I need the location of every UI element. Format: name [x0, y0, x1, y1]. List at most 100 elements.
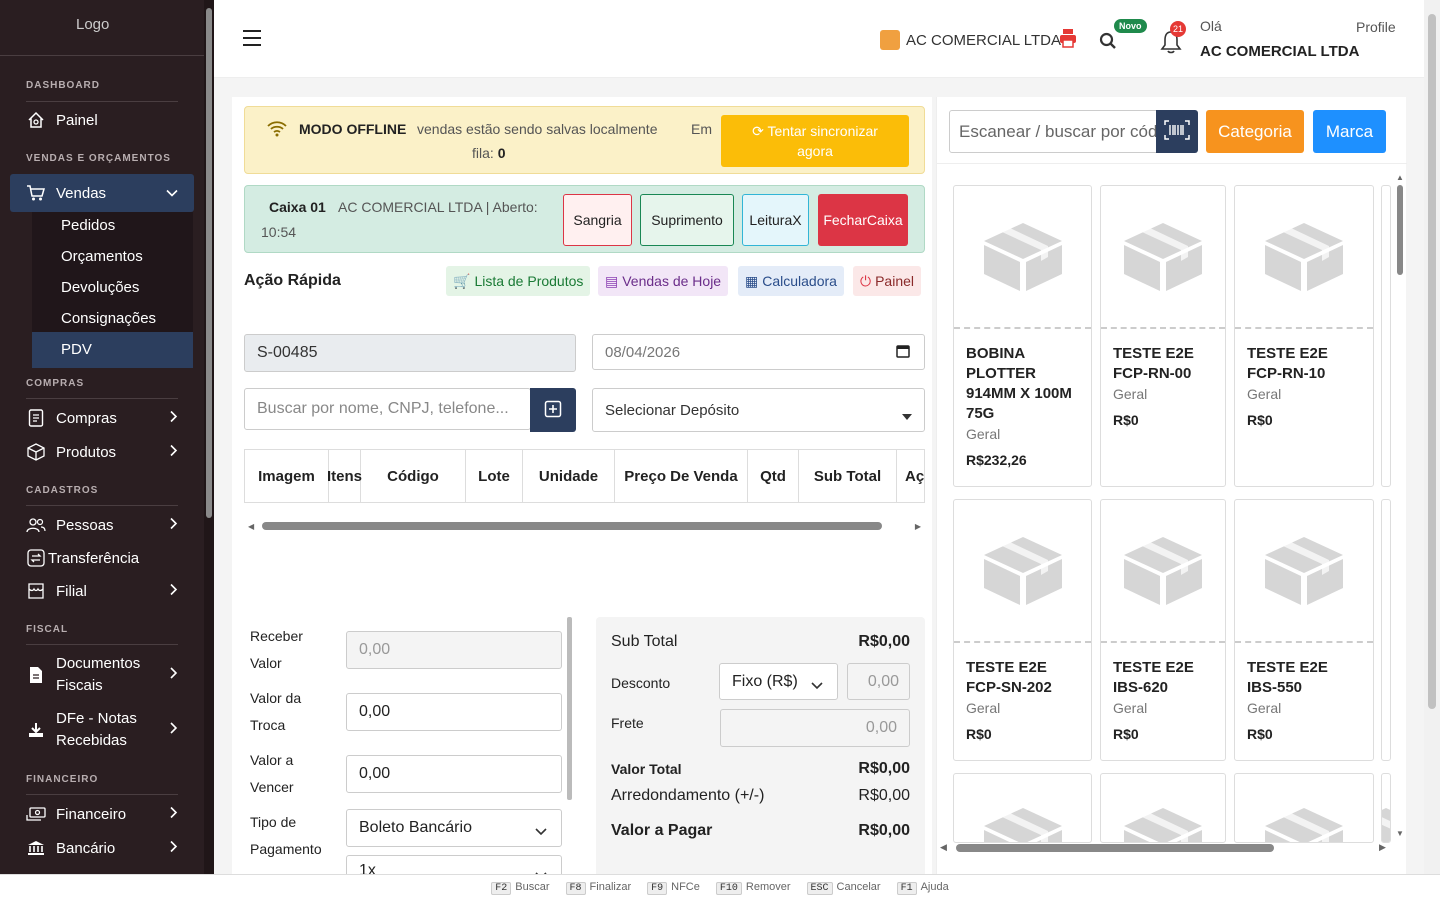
wifi-icon [267, 121, 287, 140]
col-header: Qtd [748, 450, 799, 502]
sidebar-subitem-devolucoes[interactable]: Devoluções [61, 279, 139, 296]
sidebar-item-transferencia[interactable]: Transferência [26, 547, 186, 569]
search-icon[interactable] [1099, 32, 1117, 53]
valor-vencer-input[interactable]: 0,00 [346, 755, 562, 793]
divider [0, 55, 204, 56]
product-card[interactable] [1381, 185, 1391, 487]
product-name: TESTE E2E FCP-RN-00 [1113, 345, 1194, 382]
chevron-down-icon [166, 185, 178, 202]
product-image-placeholder [1101, 500, 1225, 643]
product-card[interactable] [953, 773, 1092, 843]
sidebar-item-vendas[interactable]: Vendas [26, 182, 186, 204]
bank-icon [26, 838, 46, 858]
sidebar-item-documentos-fiscais[interactable]: Documentos Fiscais [26, 653, 186, 697]
customer-search-input[interactable]: Buscar por nome, CNPJ, telefone... [244, 388, 531, 430]
product-list-button[interactable]: 🛒 Lista de Produtos [446, 266, 591, 296]
col-header: Ações [905, 467, 925, 485]
col-header: Preço De Venda [615, 450, 748, 502]
scroll-left-icon[interactable]: ◀ [940, 842, 947, 853]
sale-code-field: S-00485 [244, 334, 576, 372]
receber-valor-input[interactable]: 0,00 [346, 631, 562, 669]
suprimento-button[interactable]: Suprimento [640, 194, 734, 246]
product-card[interactable]: TESTE E2E IBS-620 Geral R$0 [1100, 499, 1226, 761]
product-image-placeholder [978, 804, 1068, 842]
valor-pagar-value: R$0,00 [858, 822, 910, 839]
sidebar-item-filial[interactable]: Filial [26, 580, 186, 602]
product-name: TESTE E2E FCP-RN-10 [1247, 345, 1328, 382]
deposit-select[interactable]: Selecionar Depósito [592, 388, 925, 432]
sidebar-item-dfe[interactable]: DFe - Notas Recebidas [26, 708, 186, 752]
product-card[interactable]: TESTE E2E IBS-550 Geral R$0 [1234, 499, 1374, 761]
chevron-right-icon [170, 444, 178, 461]
sidebar-item-produtos[interactable]: Produtos [26, 441, 186, 463]
product-search-input[interactable]: Escanear / buscar por código [949, 110, 1157, 153]
sidebar-subitem-orcamentos[interactable]: Orçamentos [61, 248, 143, 265]
payment-type-select[interactable]: Boleto Bancário [346, 809, 562, 847]
page-scrollbar-thumb[interactable] [1428, 14, 1436, 709]
table-scrollbar-thumb[interactable] [262, 522, 882, 530]
desconto-label: Desconto [611, 675, 671, 691]
sidebar-item-pessoas[interactable]: Pessoas [26, 514, 186, 536]
sync-button[interactable]: ⟳ Tentar sincronizar agora [721, 115, 909, 167]
avatar[interactable]: Profile [1356, 19, 1402, 35]
sangria-button[interactable]: Sangria [563, 194, 632, 246]
product-card[interactable] [1381, 499, 1391, 761]
shortcut-label: NFCe [671, 881, 700, 893]
sidebar-subitem-pedidos[interactable]: Pedidos [61, 217, 115, 234]
shortcut-key: F1 [896, 882, 917, 895]
calendar-icon [896, 344, 910, 362]
scroll-right-icon[interactable]: ▶ [915, 522, 921, 531]
troca-label: Valor da Troca [250, 690, 302, 733]
sidebar-subitem-consignacoes[interactable]: Consignações [61, 310, 156, 327]
scroll-left-icon[interactable]: ◀ [248, 522, 254, 531]
sidebar-item-label: Transferência [48, 549, 140, 567]
installments-select[interactable]: 1x [346, 855, 562, 874]
discount-type-select[interactable]: Fixo (R$) [719, 663, 838, 700]
barcode-scan-button[interactable] [1156, 110, 1198, 153]
product-hscrollbar-thumb[interactable] [956, 844, 1274, 852]
table-scrollbar[interactable]: ◀ ▶ [244, 520, 925, 532]
product-card[interactable] [1381, 773, 1391, 843]
product-card[interactable] [1234, 773, 1374, 843]
product-card[interactable]: TESTE E2E FCP-RN-00 Geral R$0 [1100, 185, 1226, 487]
printer-icon[interactable] [1059, 28, 1077, 51]
category-button[interactable]: Categoria [1206, 110, 1304, 153]
shortcut-key: F9 [647, 882, 668, 895]
sidebar-scrollbar-thumb[interactable] [206, 8, 212, 518]
sidebar-item-compras[interactable]: Compras [26, 407, 186, 429]
user-name[interactable]: AC COMERCIAL LTDA [1200, 43, 1359, 60]
product-card[interactable] [1100, 773, 1226, 843]
company-selector[interactable]: AC COMERCIAL LTDA [880, 30, 1061, 50]
sale-date-field[interactable]: 08/04/2026 [592, 334, 925, 370]
product-scrollbar-thumb[interactable] [1397, 185, 1403, 275]
leitura-x-button[interactable]: Leitura X [742, 194, 809, 246]
freight-input[interactable]: 0,00 [720, 709, 910, 747]
chevron-right-icon [170, 517, 178, 534]
today-sales-button[interactable]: ▤ Vendas de Hoje [598, 266, 729, 296]
calculator-button[interactable]: ▦ Calculadora [738, 266, 844, 296]
scroll-down-icon[interactable]: ▼ [1396, 829, 1404, 838]
shortcuts-footer: F2 Buscar F8 Finalizar F9 NFCe F10 Remover ESC Ca… [0, 874, 1440, 900]
brand-button[interactable]: Marca [1313, 110, 1386, 153]
discount-value-input[interactable]: 0,00 [847, 663, 910, 700]
sidebar-item-painel[interactable]: Painel [26, 109, 186, 131]
sidebar-item-financeiro[interactable]: Financeiro [26, 803, 186, 825]
product-card[interactable]: TESTE E2E FCP-RN-10 Geral R$0 [1234, 185, 1374, 487]
scroll-up-icon[interactable]: ▲ [1396, 173, 1404, 182]
cart-icon [26, 183, 46, 203]
painel-button[interactable]: ⏻ Painel [853, 266, 921, 296]
payment-scrollbar[interactable] [567, 617, 572, 800]
sidebar-item-label: Pessoas [56, 516, 114, 534]
menu-toggle-icon[interactable] [243, 30, 261, 51]
valor-troca-input[interactable]: 0,00 [346, 693, 562, 731]
product-card[interactable]: TESTE E2E FCP-SN-202 Geral R$0 [953, 499, 1092, 761]
fechar-caixa-button[interactable]: Fechar Caixa [818, 194, 908, 246]
scroll-right-icon[interactable]: ▶ [1379, 842, 1386, 853]
section-cadastros: CADASTROS [26, 485, 99, 496]
product-card[interactable]: BOBINA PLOTTER 914MM X 100M 75G Geral R$23… [953, 185, 1092, 487]
add-customer-button[interactable] [530, 388, 576, 432]
sidebar-item-bancario[interactable]: Bancário [26, 837, 186, 859]
shortcut-hint: F9 NFCe [647, 881, 700, 895]
sidebar-subitem-pdv[interactable]: PDV [61, 341, 92, 358]
col-header: Código [361, 450, 466, 502]
